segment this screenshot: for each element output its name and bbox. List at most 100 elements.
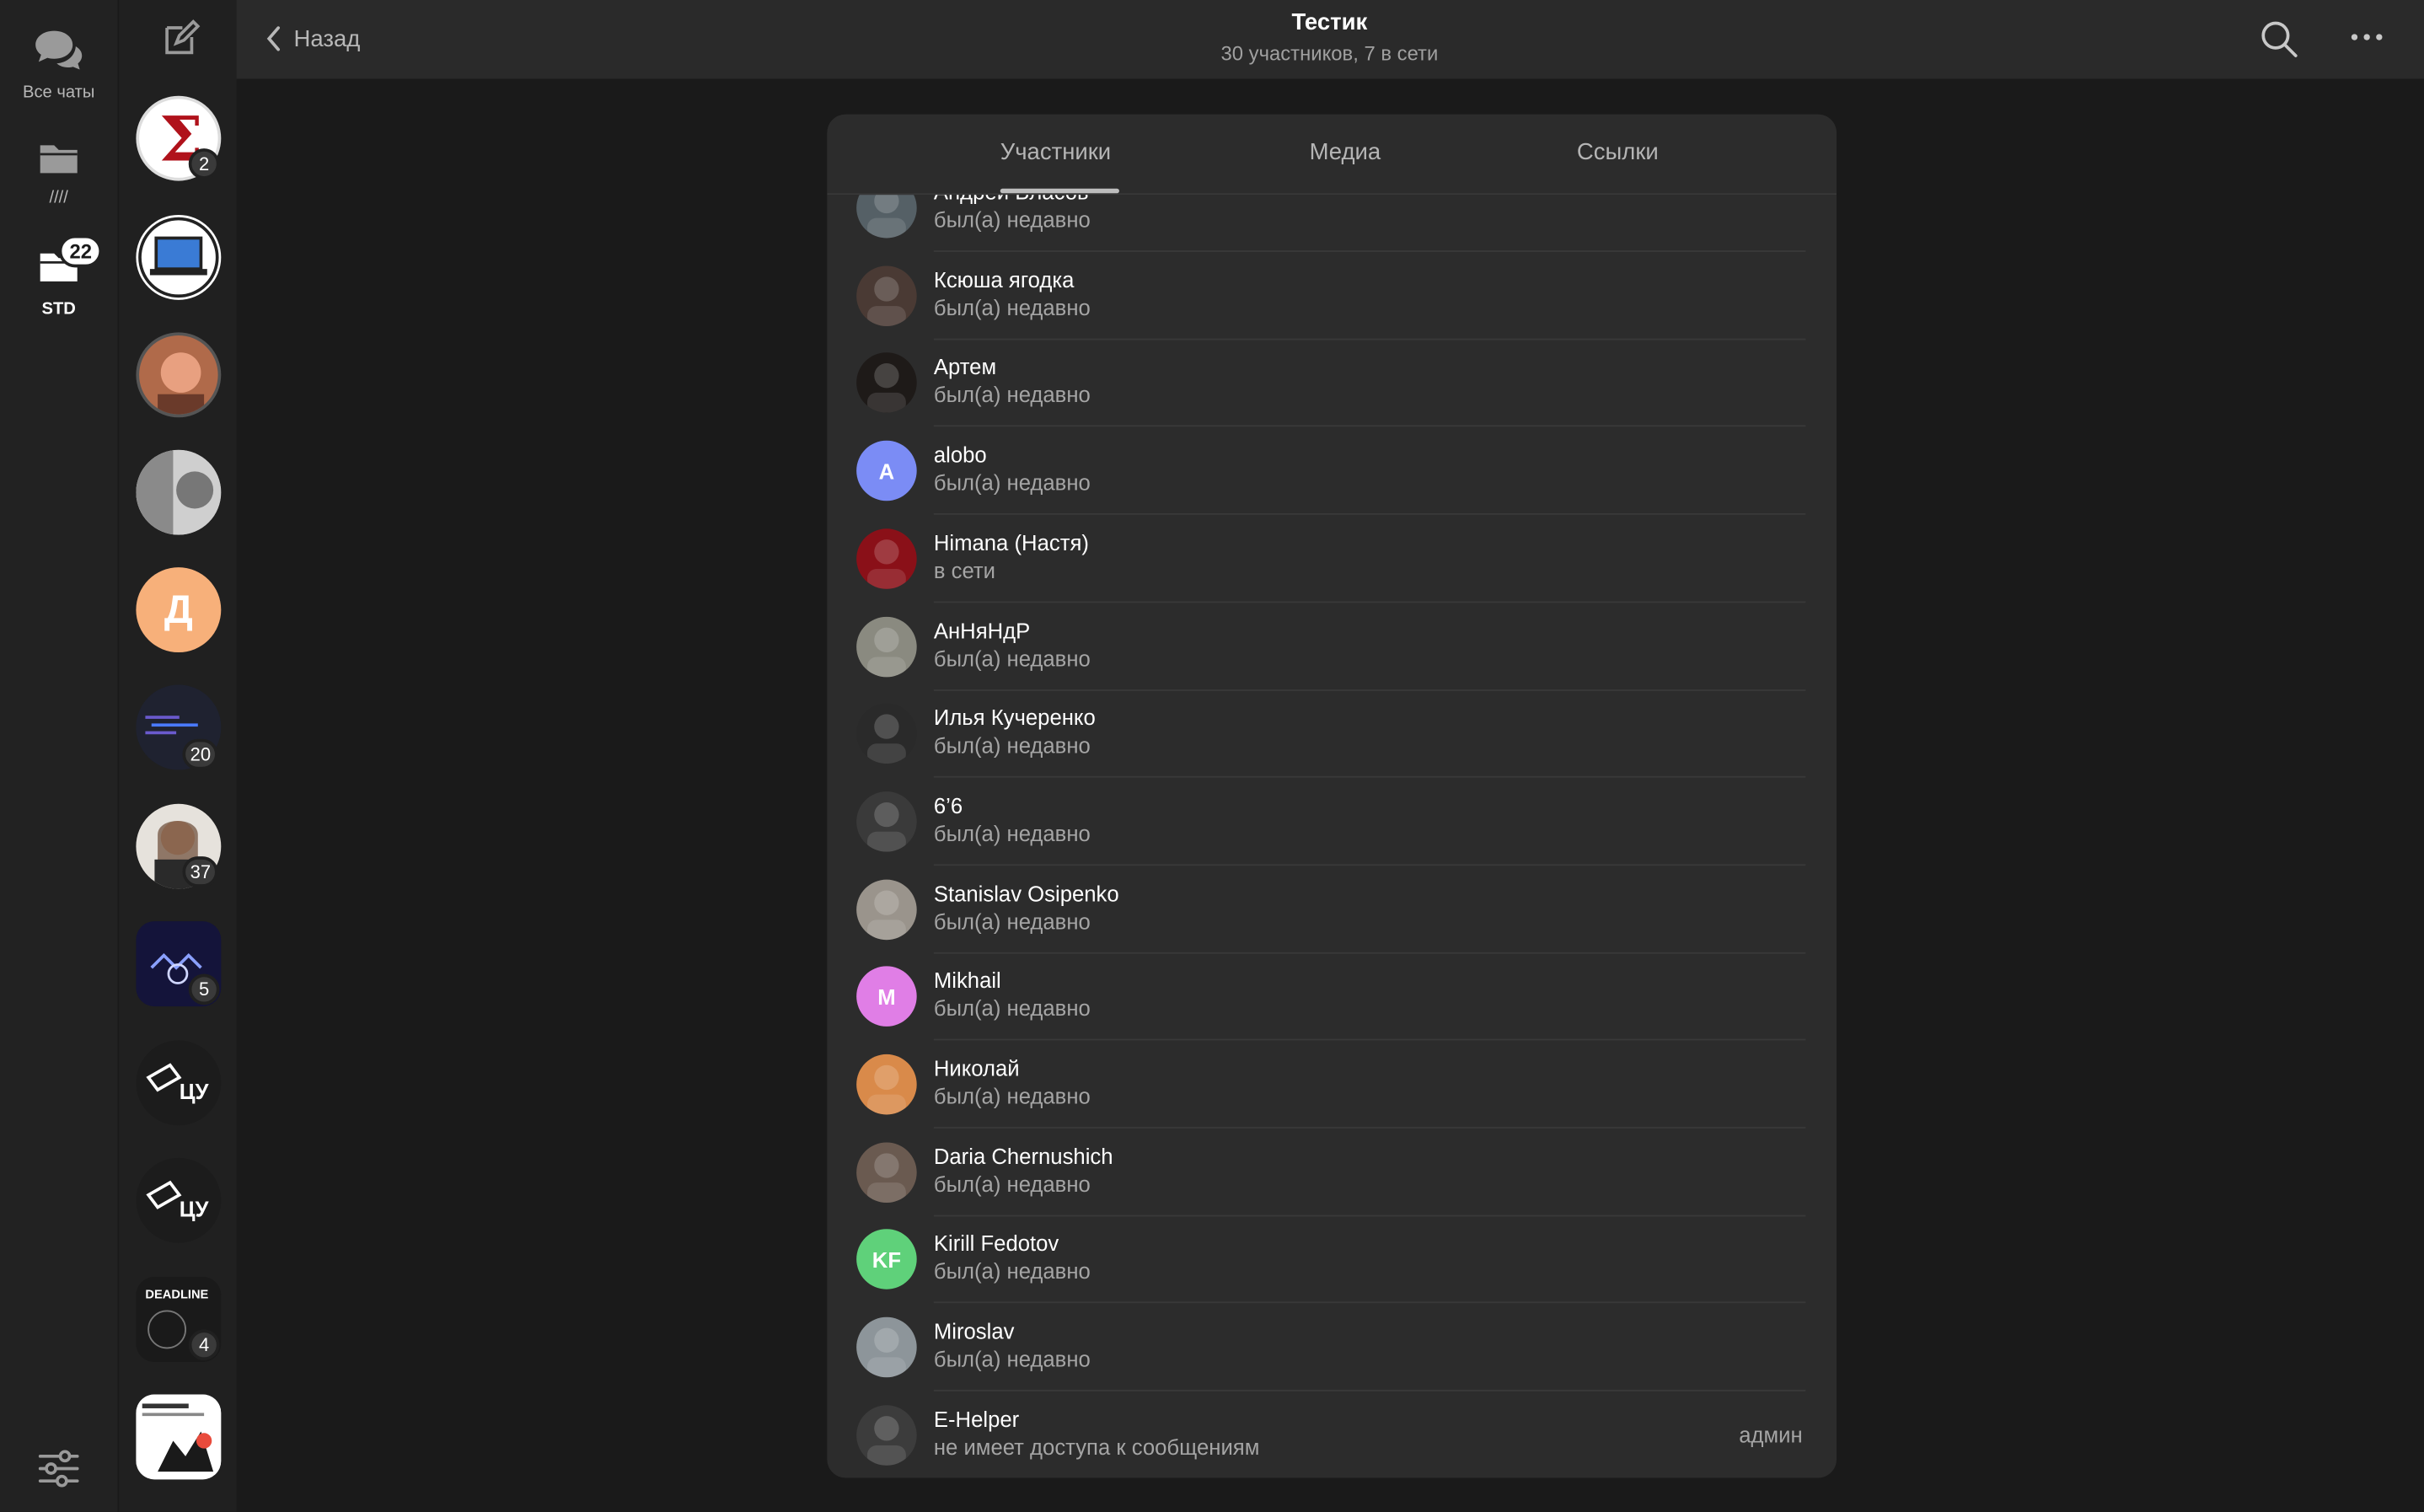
member-name: Николай [934, 1056, 1020, 1080]
member-name-text: 6’6 [933, 792, 963, 818]
svg-text:ЦУ: ЦУ [180, 1080, 210, 1104]
member-status: был(а) недавно [933, 206, 1091, 233]
member-status: был(а) недавно [933, 382, 1091, 408]
search-icon[interactable] [2259, 19, 2299, 59]
unread-badge: 37 [182, 856, 219, 887]
unread-badge: 2 [188, 148, 220, 180]
members-list: Андрей Власовбыл(а) недавноКсюша ягодкаб… [827, 115, 1837, 1478]
member-name: Daria Chernushich [934, 1144, 1113, 1168]
member-name-text: Stanislav Osipenko [933, 880, 1119, 906]
chat-avatar[interactable] [136, 449, 222, 535]
member-status: был(а) недавно [933, 1346, 1091, 1372]
member-name-text: Kirill Fedotov [933, 1231, 1059, 1257]
chat-avatar[interactable] [136, 332, 222, 418]
svg-text:ЦУ: ЦУ [180, 1198, 210, 1222]
member-name-text: Илья Кучеренко [933, 705, 1096, 731]
active-tab-indicator [1000, 188, 1119, 194]
member-name: Mikhail [934, 968, 1001, 993]
member-row[interactable]: M Mikhail был(а) недавно [827, 952, 1837, 1041]
member-avatar [856, 528, 917, 589]
chat-avatar[interactable]: Д [136, 567, 222, 653]
member-name-text: АнНяНдР [933, 617, 1031, 643]
member-status: был(а) недавно [933, 1258, 1091, 1284]
member-name: АнНяНдР [934, 618, 1030, 642]
member-name-text: Артем [933, 354, 997, 380]
avatar-initials: A [878, 458, 895, 484]
member-name: 6’6 [934, 793, 963, 818]
member-row[interactable]: 6’6 был(а) недавно [827, 777, 1837, 866]
member-avatar [856, 265, 917, 326]
more-icon[interactable] [2346, 22, 2387, 53]
member-status: был(а) недавно [933, 1083, 1091, 1109]
folder-slashes[interactable]: //// [0, 139, 117, 207]
member-avatar [856, 615, 917, 677]
member-avatar: M [856, 966, 917, 1027]
member-name: Himana (Настя) [934, 530, 1089, 555]
unread-badge: 5 [188, 973, 220, 1005]
unread-badge: 4 [188, 1329, 220, 1361]
member-name-text: Daria Chernushich [933, 1143, 1113, 1169]
back-label: Назад [293, 25, 361, 52]
member-avatar: KF [856, 1229, 917, 1290]
compose-icon[interactable] [161, 19, 201, 59]
filters-settings-icon[interactable] [37, 1447, 80, 1490]
tab-links[interactable]: Ссылки [1577, 139, 1659, 165]
folder-icon [40, 145, 78, 174]
member-name-text: Miroslav [933, 1318, 1015, 1344]
member-row[interactable]: Stanislav Osipenko был(а) недавно [827, 865, 1837, 953]
member-avatar [856, 1316, 917, 1378]
member-name-text: Mikhail [933, 968, 1001, 994]
member-name: Артем [934, 355, 996, 379]
tab-media[interactable]: Медиа [1310, 139, 1381, 165]
back-button[interactable]: Назад [265, 22, 360, 56]
folder-all-chats[interactable]: Все чаты [0, 28, 117, 102]
chat-avatar[interactable]: ЦУ [136, 1157, 222, 1243]
member-avatar [856, 1404, 917, 1466]
member-row[interactable]: Илья Кучеренко был(а) недавно [827, 689, 1837, 778]
member-name: Илья Кучеренко [934, 705, 1096, 730]
member-status: был(а) недавно [933, 469, 1091, 496]
member-status: был(а) недавно [933, 732, 1091, 759]
member-row[interactable]: E-Helper не имеет доступа к сообщениям адм… [827, 1391, 1837, 1477]
member-name: E-Helper [934, 1407, 1019, 1431]
member-row[interactable]: Ксюша ягодка был(а) недавно [827, 251, 1837, 340]
member-name: alobo [934, 442, 987, 467]
member-avatar: A [856, 440, 917, 501]
avatar-letter: Д [164, 586, 193, 633]
chat-avatar[interactable] [136, 214, 222, 300]
member-row[interactable]: АнНяНдР был(а) недавно [827, 602, 1837, 690]
member-status: был(а) недавно [933, 294, 1091, 320]
folder-label: STD [41, 299, 76, 319]
member-name-text: alobo [933, 442, 987, 468]
member-row[interactable]: Артем был(а) недавно [827, 339, 1837, 427]
member-name: Stanislav Osipenko [934, 881, 1119, 905]
member-row[interactable]: Aalobo был(а) недавно [827, 426, 1837, 515]
member-row[interactable]: KF Kirill Fedotov был(а) недавно [827, 1215, 1837, 1304]
chat-avatar[interactable]: ЦУ [136, 1040, 222, 1126]
chat-avatar[interactable] [136, 1394, 222, 1480]
member-status: был(а) недавно [933, 820, 1091, 846]
member-status: не имеет доступа к сообщениям [933, 1434, 1260, 1460]
tab-members[interactable]: Участники [1000, 139, 1111, 165]
member-row[interactable]: Daria Chernushich был(а) недавно [827, 1128, 1837, 1216]
member-name-text: Ксюша ягодка [933, 266, 1075, 292]
member-avatar [856, 352, 917, 414]
chats-icon [35, 30, 83, 70]
member-name: Kirill Fedotov [934, 1231, 1059, 1256]
member-name-text: Николай [933, 1055, 1020, 1081]
member-avatar [856, 1141, 917, 1203]
group-info-panel: Андрей Власовбыл(а) недавноКсюша ягодкаб… [827, 114, 1837, 1478]
member-avatar [856, 703, 917, 764]
chevron-left-icon [266, 26, 280, 51]
member-avatar [856, 791, 917, 852]
member-row[interactable]: Miroslav был(а) недавно [827, 1303, 1837, 1391]
member-row[interactable]: Himana (Настя) в сети [827, 514, 1837, 603]
member-row[interactable]: Николай был(а) недавно [827, 1040, 1837, 1129]
member-status: был(а) недавно [933, 645, 1091, 671]
chat-title: Тестик [1291, 9, 1368, 36]
folders-sidebar: Все чаты //// STD 22 [0, 0, 118, 1512]
member-role: админ [1739, 1422, 1803, 1447]
member-status: был(а) недавно [933, 908, 1091, 934]
folder-label: //// [49, 188, 68, 207]
member-name: Ксюша ягодка [934, 267, 1075, 292]
